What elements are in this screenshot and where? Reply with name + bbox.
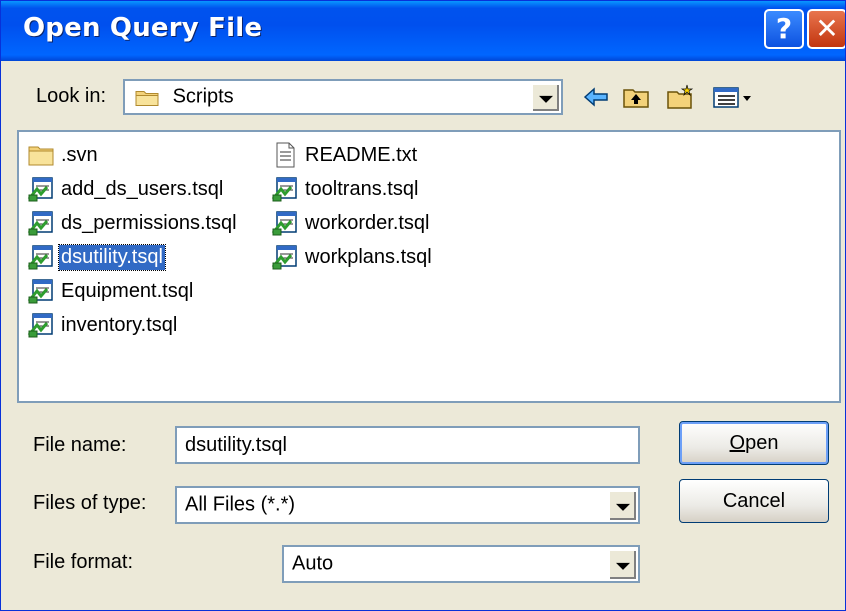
file-name-field[interactable] [177, 428, 638, 462]
look-in-label: Look in: [36, 85, 107, 107]
file-item-name: workplans.tsql [305, 245, 432, 268]
sql-file-icon [271, 243, 299, 271]
file-item[interactable]: ds_permissions.tsql [27, 208, 239, 238]
sql-file-icon [27, 277, 55, 305]
sql-file-icon [27, 209, 55, 237]
files-of-type-label: Files of type: [33, 492, 147, 514]
files-of-type-value: All Files (*.*) [185, 493, 296, 516]
new-folder-icon[interactable] [665, 83, 695, 111]
folder-icon [27, 141, 55, 169]
file-item[interactable]: inventory.tsql [27, 310, 179, 340]
look-in-dropdown-button[interactable] [531, 83, 559, 111]
file-list[interactable]: .svn add_ds_users.tsql ds_permissions.tsql… [17, 130, 841, 403]
sql-file-icon [27, 243, 55, 271]
cancel-button[interactable]: Cancel [679, 479, 829, 523]
file-item[interactable]: add_ds_users.tsql [27, 174, 225, 204]
sql-file-icon [27, 175, 55, 203]
file-item[interactable]: dsutility.tsql [27, 242, 166, 272]
file-name-label: File name: [33, 434, 127, 456]
file-item-name: tooltrans.tsql [305, 177, 419, 200]
sql-file-icon [271, 209, 299, 237]
file-item-name: inventory.tsql [61, 313, 178, 336]
close-button[interactable]: ✕ [807, 9, 845, 49]
file-item-name: ds_permissions.tsql [61, 211, 237, 234]
file-name-input[interactable] [175, 426, 640, 464]
open-query-file-dialog: Open Query File ? ✕ Look in: Scripts .sv… [0, 0, 846, 611]
file-item-name: add_ds_users.tsql [61, 177, 224, 200]
file-item[interactable]: workplans.tsql [271, 242, 434, 272]
file-item[interactable]: workorder.tsql [271, 208, 432, 238]
file-item-name: .svn [61, 143, 98, 166]
files-of-type-dropdown-button[interactable] [608, 490, 636, 520]
sql-file-icon [271, 175, 299, 203]
open-button[interactable]: Open [679, 421, 829, 465]
look-in-combobox[interactable]: Scripts [123, 79, 563, 115]
files-of-type-combobox[interactable]: All Files (*.*) [175, 486, 640, 524]
folder-icon [135, 90, 159, 106]
back-arrow-icon[interactable] [581, 83, 611, 111]
file-item-name: dsutility.tsql [58, 243, 166, 271]
title-bar[interactable]: Open Query File ? ✕ [1, 1, 845, 61]
up-folder-icon[interactable] [621, 83, 651, 111]
look-in-value-wrap: Scripts [135, 86, 234, 109]
file-item-name: workorder.tsql [305, 211, 430, 234]
file-item-name: README.txt [305, 143, 418, 166]
file-item[interactable]: Equipment.tsql [27, 276, 195, 306]
sql-file-icon [27, 311, 55, 339]
file-format-label: File format: [33, 551, 134, 573]
help-button[interactable]: ? [764, 9, 804, 49]
file-item[interactable]: .svn [27, 140, 100, 170]
file-format-dropdown-button[interactable] [608, 549, 636, 579]
file-item[interactable]: tooltrans.tsql [271, 174, 420, 204]
text-file-icon [271, 141, 299, 169]
file-format-combobox[interactable]: Auto [282, 545, 640, 583]
file-item[interactable]: README.txt [271, 140, 419, 170]
file-item-name: Equipment.tsql [61, 279, 194, 302]
view-menu-icon[interactable] [711, 83, 761, 111]
file-format-value: Auto [292, 552, 334, 575]
dialog-title: Open Query File [23, 13, 263, 43]
look-in-value: Scripts [172, 85, 234, 108]
